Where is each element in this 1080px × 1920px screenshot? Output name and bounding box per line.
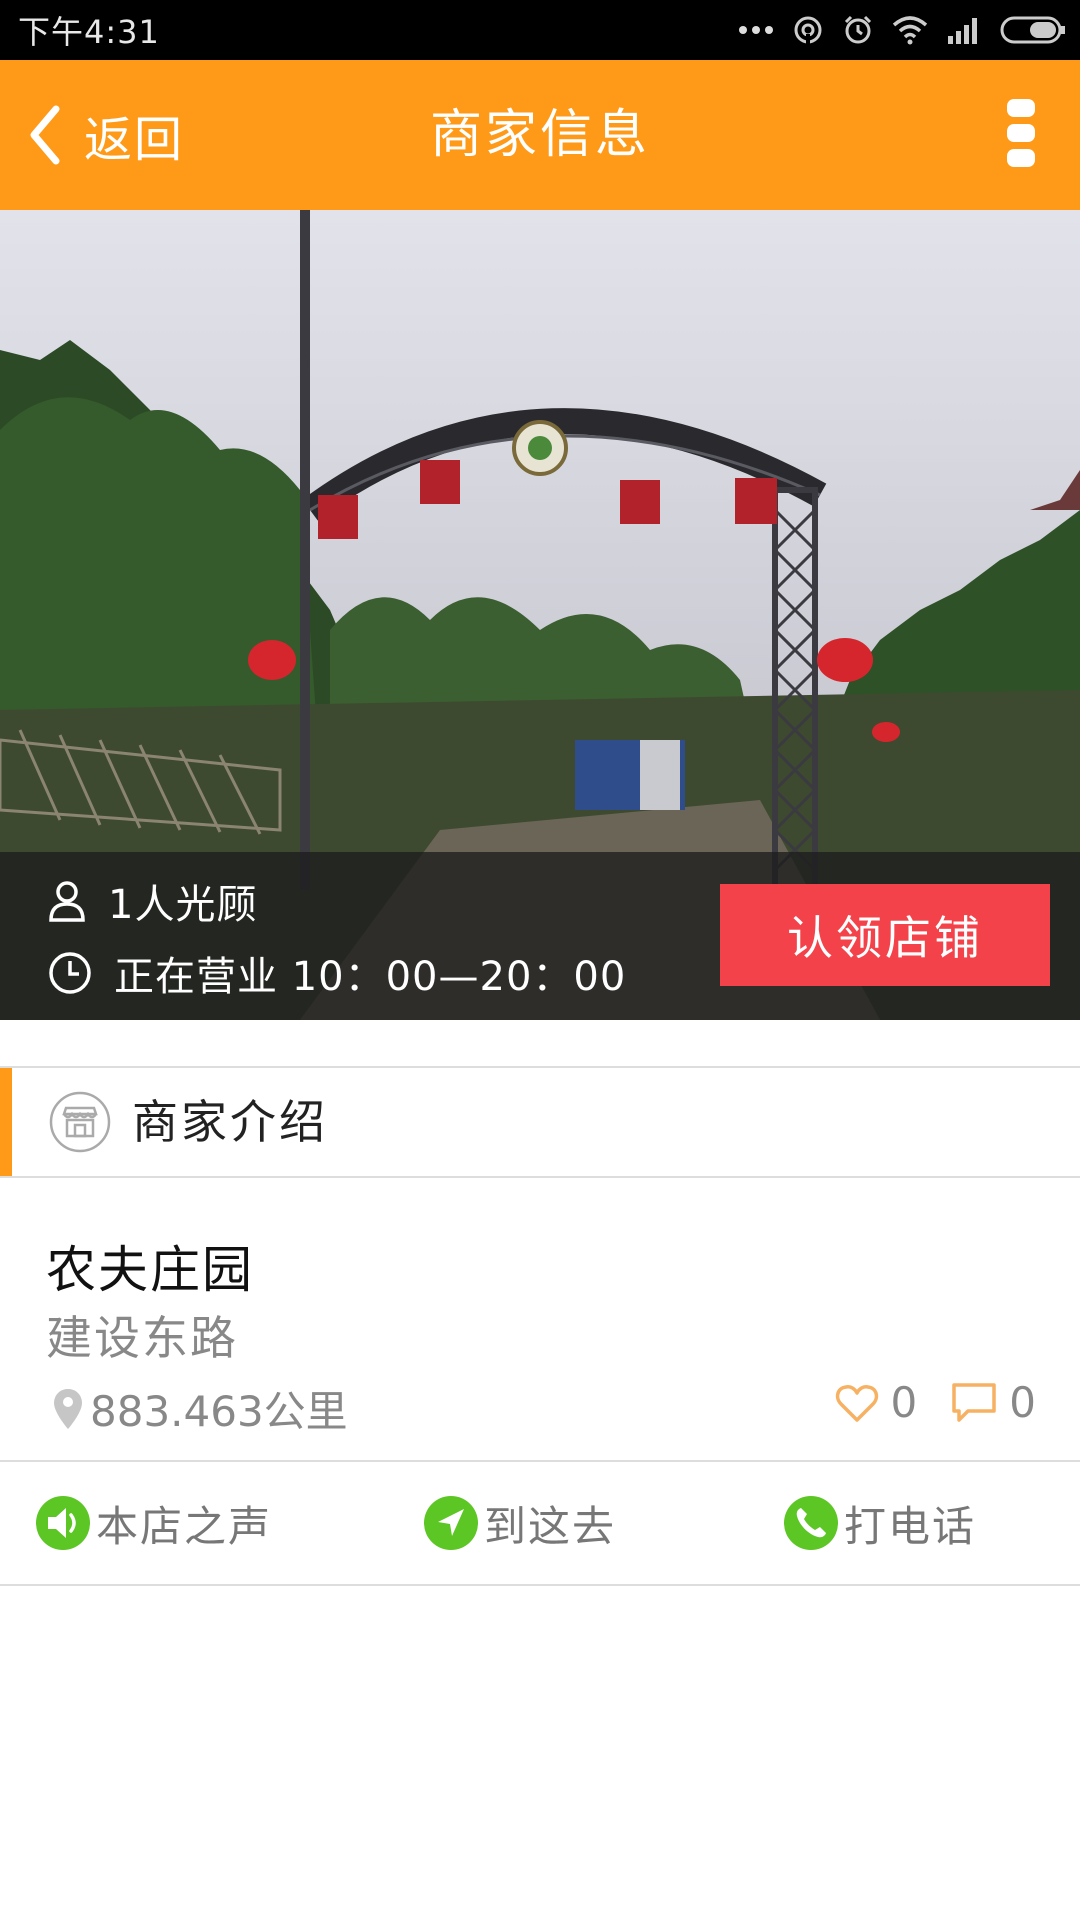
navigate-button[interactable]: 到这去 <box>422 1462 616 1584</box>
more-vertical-icon <box>1007 99 1035 167</box>
store-name: 农夫庄园 <box>46 1241 254 1299</box>
wifi-icon <box>892 16 928 45</box>
speaker-icon <box>36 1496 90 1550</box>
hotspot-icon <box>794 16 822 44</box>
status-time: 下午4:31 <box>18 13 160 51</box>
battery-icon <box>1000 16 1065 44</box>
phone-icon <box>784 1496 838 1550</box>
call-label: 打电话 <box>844 1501 977 1551</box>
section-header: 商家介绍 <box>0 1066 1080 1178</box>
more-menu-button[interactable] <box>1006 98 1036 172</box>
visitors-row: 1人光顾 <box>48 872 257 930</box>
top-app-bar: 返回 商家信息 <box>0 60 1080 210</box>
shop-icon <box>49 1091 111 1153</box>
status-bar: 下午4:31 <box>0 0 1080 60</box>
store-street: 建设东路 <box>46 1311 238 1365</box>
person-icon <box>49 881 85 922</box>
like-button[interactable]: 0 <box>835 1378 918 1427</box>
section-title: 商家介绍 <box>132 1095 328 1149</box>
section-accent-bar <box>0 1068 12 1176</box>
page-title: 商家信息 <box>429 105 650 165</box>
clock-icon <box>49 952 91 994</box>
navigation-arrow-icon <box>424 1496 478 1550</box>
comment-count: 0 <box>1009 1378 1036 1427</box>
store-photo: 1人光顾 正在营业 10：00—20：00 认领店铺 <box>0 210 1080 1020</box>
navigate-label: 到这去 <box>484 1501 617 1551</box>
store-distance: 883.463公里 <box>90 1387 348 1436</box>
action-bar: 本店之声 到这去 打电话 <box>0 1462 1080 1586</box>
hours-row: 正在营业 10：00—20：00 <box>48 944 626 1002</box>
location-pin-icon <box>54 1388 82 1429</box>
engagement-counts: 0 0 <box>835 1378 1036 1427</box>
store-voice-button[interactable]: 本店之声 <box>34 1462 272 1584</box>
more-dots-icon <box>739 26 773 34</box>
heart-icon <box>835 1384 878 1422</box>
business-hours: 正在营业 10：00—20：00 <box>114 954 627 1000</box>
store-info: 农夫庄园 建设东路 883.463公里 0 0 <box>0 1178 1080 1462</box>
like-count: 0 <box>890 1378 918 1427</box>
comment-button[interactable]: 0 <box>951 1378 1036 1427</box>
call-button[interactable]: 打电话 <box>782 1462 976 1584</box>
comment-icon <box>952 1382 997 1422</box>
claim-store-button[interactable]: 认领店铺 <box>720 884 1050 986</box>
store-voice-label: 本店之声 <box>96 1501 273 1551</box>
distance-row: 883.463公里 <box>52 1378 348 1439</box>
signal-icon <box>948 18 977 44</box>
store-status-overlay: 1人光顾 正在营业 10：00—20：00 认领店铺 <box>0 852 1080 1020</box>
alarm-icon <box>844 15 872 44</box>
visitors-count: 1人光顾 <box>108 882 258 928</box>
